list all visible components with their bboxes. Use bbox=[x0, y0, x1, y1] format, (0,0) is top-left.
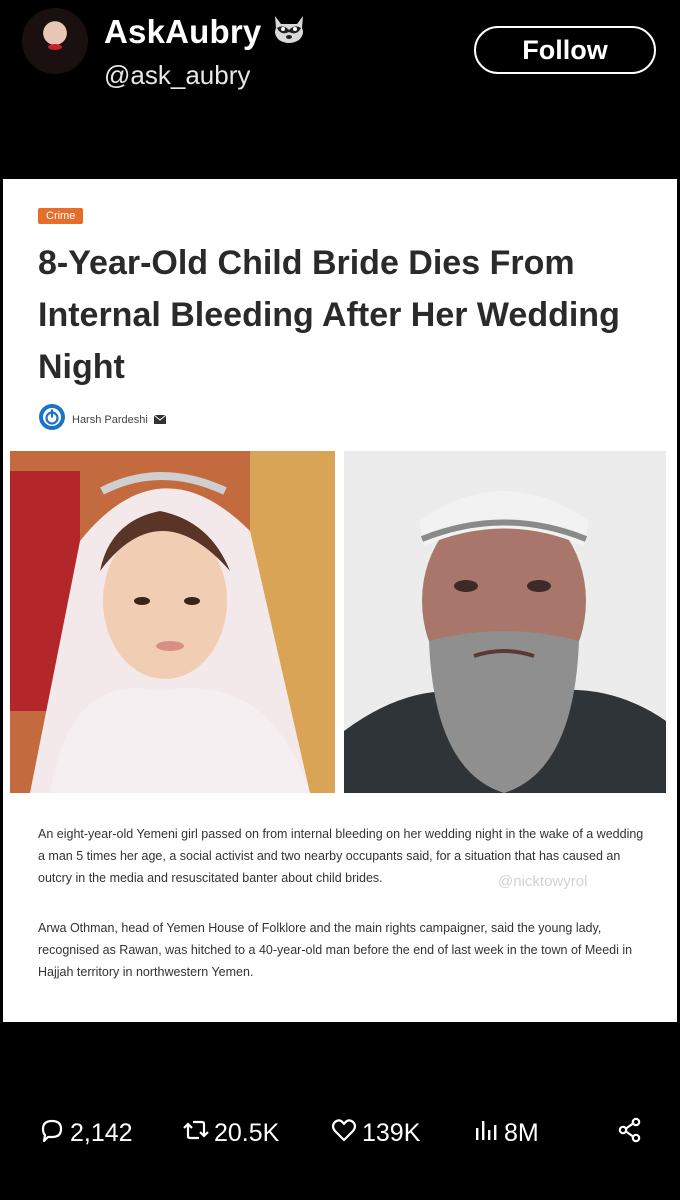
watermark: @nicktowyrol bbox=[498, 873, 588, 890]
user-handle[interactable]: @ask_aubry bbox=[104, 60, 250, 91]
like-button[interactable]: 139K bbox=[330, 1116, 420, 1151]
views-button[interactable]: 8M bbox=[472, 1116, 539, 1151]
reply-count: 2,142 bbox=[70, 1119, 133, 1147]
photo-man bbox=[344, 451, 666, 793]
raccoon-icon bbox=[269, 12, 309, 51]
post-actions-bar: 2,142 20.5K 139K 8M bbox=[0, 1116, 680, 1160]
repost-count: 20.5K bbox=[214, 1119, 280, 1147]
share-button[interactable] bbox=[616, 1116, 644, 1151]
author-row: Harsh Pardeshi bbox=[38, 403, 167, 436]
article-headline: 8-Year-Old Child Bride Dies From Interna… bbox=[38, 244, 620, 386]
power-logo-icon bbox=[38, 403, 66, 436]
repost-arrows-icon bbox=[182, 1116, 210, 1151]
view-count: 8M bbox=[504, 1119, 539, 1147]
like-count: 139K bbox=[362, 1119, 421, 1147]
photo-girl bbox=[10, 451, 335, 793]
author-name: Harsh Pardeshi bbox=[72, 413, 148, 426]
post-header: AskAubry @ask_aubry Follow bbox=[0, 0, 680, 110]
follow-button[interactable]: Follow bbox=[474, 26, 656, 74]
display-name[interactable]: AskAubry bbox=[104, 13, 261, 51]
bar-chart-icon bbox=[472, 1116, 500, 1151]
repost-button[interactable]: 20.5K bbox=[182, 1116, 279, 1151]
share-nodes-icon bbox=[616, 1116, 644, 1151]
article-image[interactable]: Crime 8-Year-Old Child Bride Dies From I… bbox=[3, 179, 677, 1022]
category-badge: Crime bbox=[38, 208, 84, 224]
heart-icon bbox=[330, 1116, 358, 1151]
mail-icon bbox=[153, 411, 167, 429]
avatar[interactable] bbox=[22, 8, 88, 74]
name-row: AskAubry bbox=[104, 12, 309, 51]
reply-button[interactable]: 2,142 bbox=[38, 1116, 133, 1151]
article-paragraph-2: Arwa Othman, head of Yemen House of Folk… bbox=[38, 921, 633, 979]
speech-bubble-icon bbox=[38, 1116, 66, 1151]
